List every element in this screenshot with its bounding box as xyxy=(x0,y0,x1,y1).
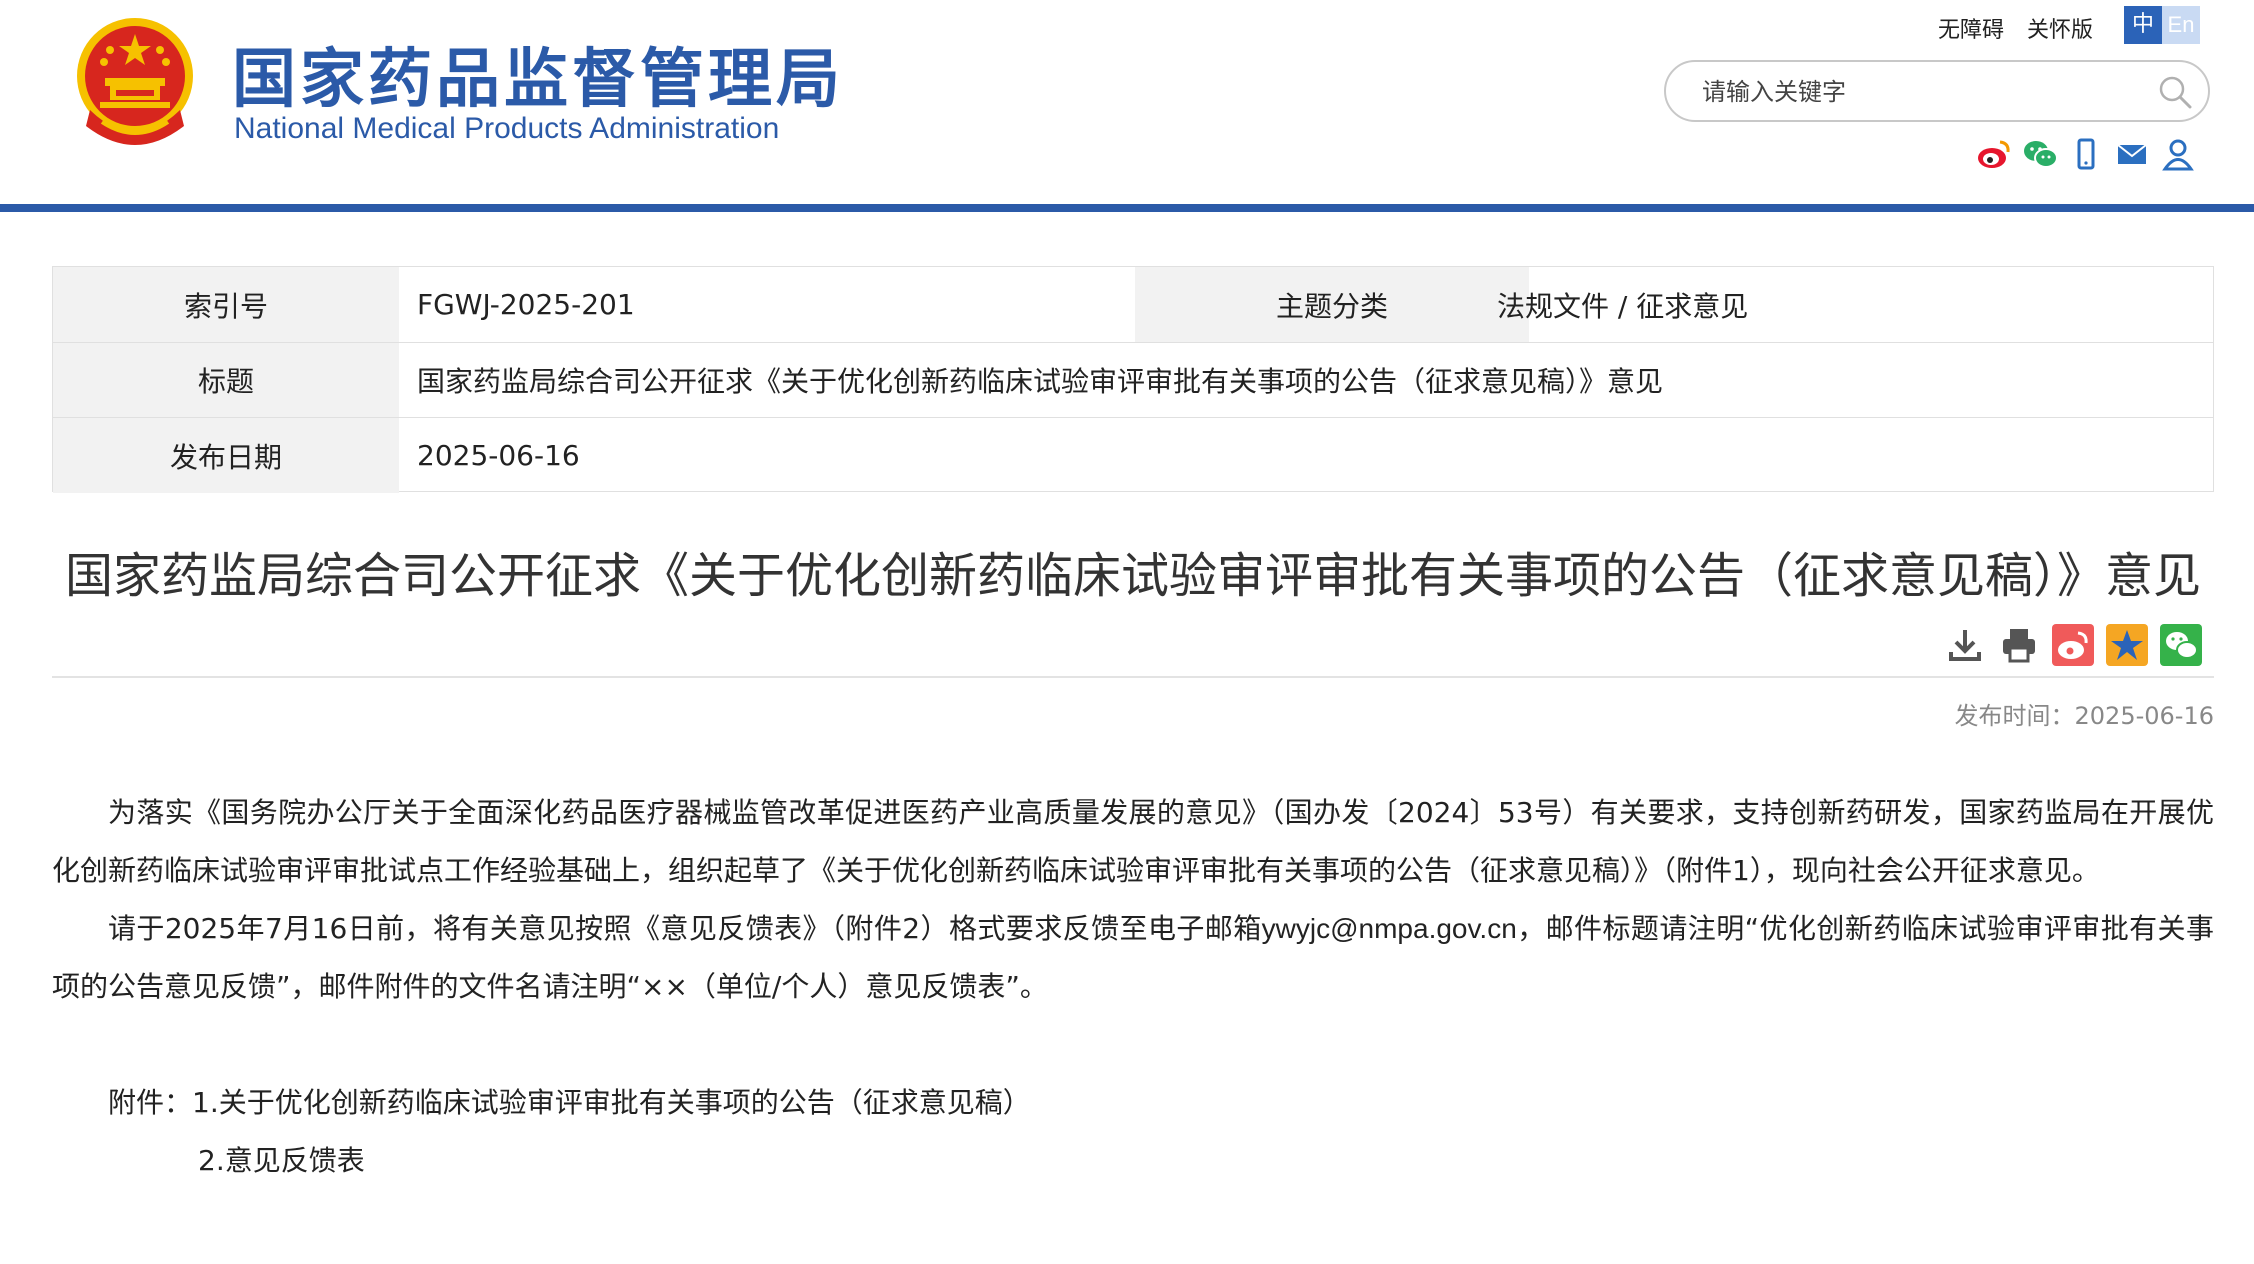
social-links xyxy=(1976,134,2196,174)
attachment-link-1[interactable]: 附件：1.关于优化创新药临床试验审评审批有关事项的公告（征求意见稿） xyxy=(52,1074,2214,1132)
print-icon[interactable] xyxy=(1998,624,2040,666)
publish-time: 发布时间：2025-06-16 xyxy=(1954,702,2214,730)
language-switch: 中 En xyxy=(2124,6,2200,44)
title-label: 标题 xyxy=(53,343,399,417)
header-divider-bar xyxy=(0,204,2254,212)
paragraph-2: 请于2025年7月16日前，将有关意见按照《意见反馈表》（附件2）格式要求反馈至… xyxy=(52,900,2214,1016)
article-tools xyxy=(1944,624,2202,666)
title-value: 国家药监局综合司公开征求《关于优化创新药临床试验审评审批有关事项的公告（征求意见… xyxy=(417,365,1664,398)
wechat-icon[interactable] xyxy=(2022,136,2058,172)
lang-en-button[interactable]: En xyxy=(2162,6,2200,44)
mail-icon[interactable] xyxy=(2114,136,2150,172)
search-icon[interactable] xyxy=(2158,75,2192,109)
category-value: 法规文件 / 征求意见 xyxy=(1497,289,1749,323)
accessibility-link[interactable]: 无障碍 xyxy=(1938,18,2004,43)
mobile-icon[interactable] xyxy=(2068,136,2104,172)
search-input[interactable] xyxy=(1700,72,2124,112)
info-row-index: 索引号 FGWJ-2025-201 主题分类 法规文件 / 征求意见 xyxy=(53,267,2213,343)
attachment-link-2[interactable]: 2.意见反馈表 xyxy=(52,1132,2214,1190)
site-header: 国家药品监督管理局 National Medical Products Admi… xyxy=(0,0,2254,205)
site-title-cn[interactable]: 国家药品监督管理局 xyxy=(232,28,844,120)
title-divider xyxy=(52,676,2214,678)
lang-zh-button[interactable]: 中 xyxy=(2124,6,2162,44)
download-icon[interactable] xyxy=(1944,624,1986,666)
national-emblem-logo xyxy=(77,18,193,145)
elder-mode-link[interactable]: 关怀版 xyxy=(2027,18,2093,43)
date-value: 2025-06-16 xyxy=(417,439,580,472)
info-row-title: 标题 国家药监局综合司公开征求《关于优化创新药临床试验审评审批有关事项的公告（征… xyxy=(53,343,2213,418)
email-address: ywyjc@nmpa.gov.cn xyxy=(1261,913,1517,944)
wechat-share-icon[interactable] xyxy=(2160,624,2202,666)
site-title-en[interactable]: National Medical Products Administration xyxy=(234,112,779,146)
paragraph-2-text-a: 请于2025年7月16日前，将有关意见按照《意见反馈表》（附件2）格式要求反馈至… xyxy=(108,912,1262,945)
weibo-share-icon[interactable] xyxy=(2052,624,2094,666)
user-icon[interactable] xyxy=(2160,136,2196,172)
index-label: 索引号 xyxy=(53,267,399,342)
info-table: 索引号 FGWJ-2025-201 主题分类 法规文件 / 征求意见 标题 国家… xyxy=(52,266,2214,493)
article-title: 国家药监局综合司公开征求《关于优化创新药临床试验审评审批有关事项的公告（征求意见… xyxy=(64,548,2201,604)
category-label: 主题分类 xyxy=(1135,267,1529,342)
favorite-icon[interactable] xyxy=(2106,624,2148,666)
index-value: FGWJ-2025-201 xyxy=(417,288,635,321)
paragraph-1: 为落实《国务院办公厅关于全面深化药品医疗器械监管改革促进医药产业高质量发展的意见… xyxy=(52,796,2214,887)
weibo-icon[interactable] xyxy=(1976,136,2012,172)
article-body: 为落实《国务院办公厅关于全面深化药品医疗器械监管改革促进医药产业高质量发展的意见… xyxy=(52,784,2214,1190)
top-links: 无障碍 关怀版 xyxy=(1938,12,2109,44)
info-row-date: 发布日期 2025-06-16 xyxy=(53,418,2213,493)
date-label: 发布日期 xyxy=(53,418,399,493)
search-box xyxy=(1664,60,2210,122)
